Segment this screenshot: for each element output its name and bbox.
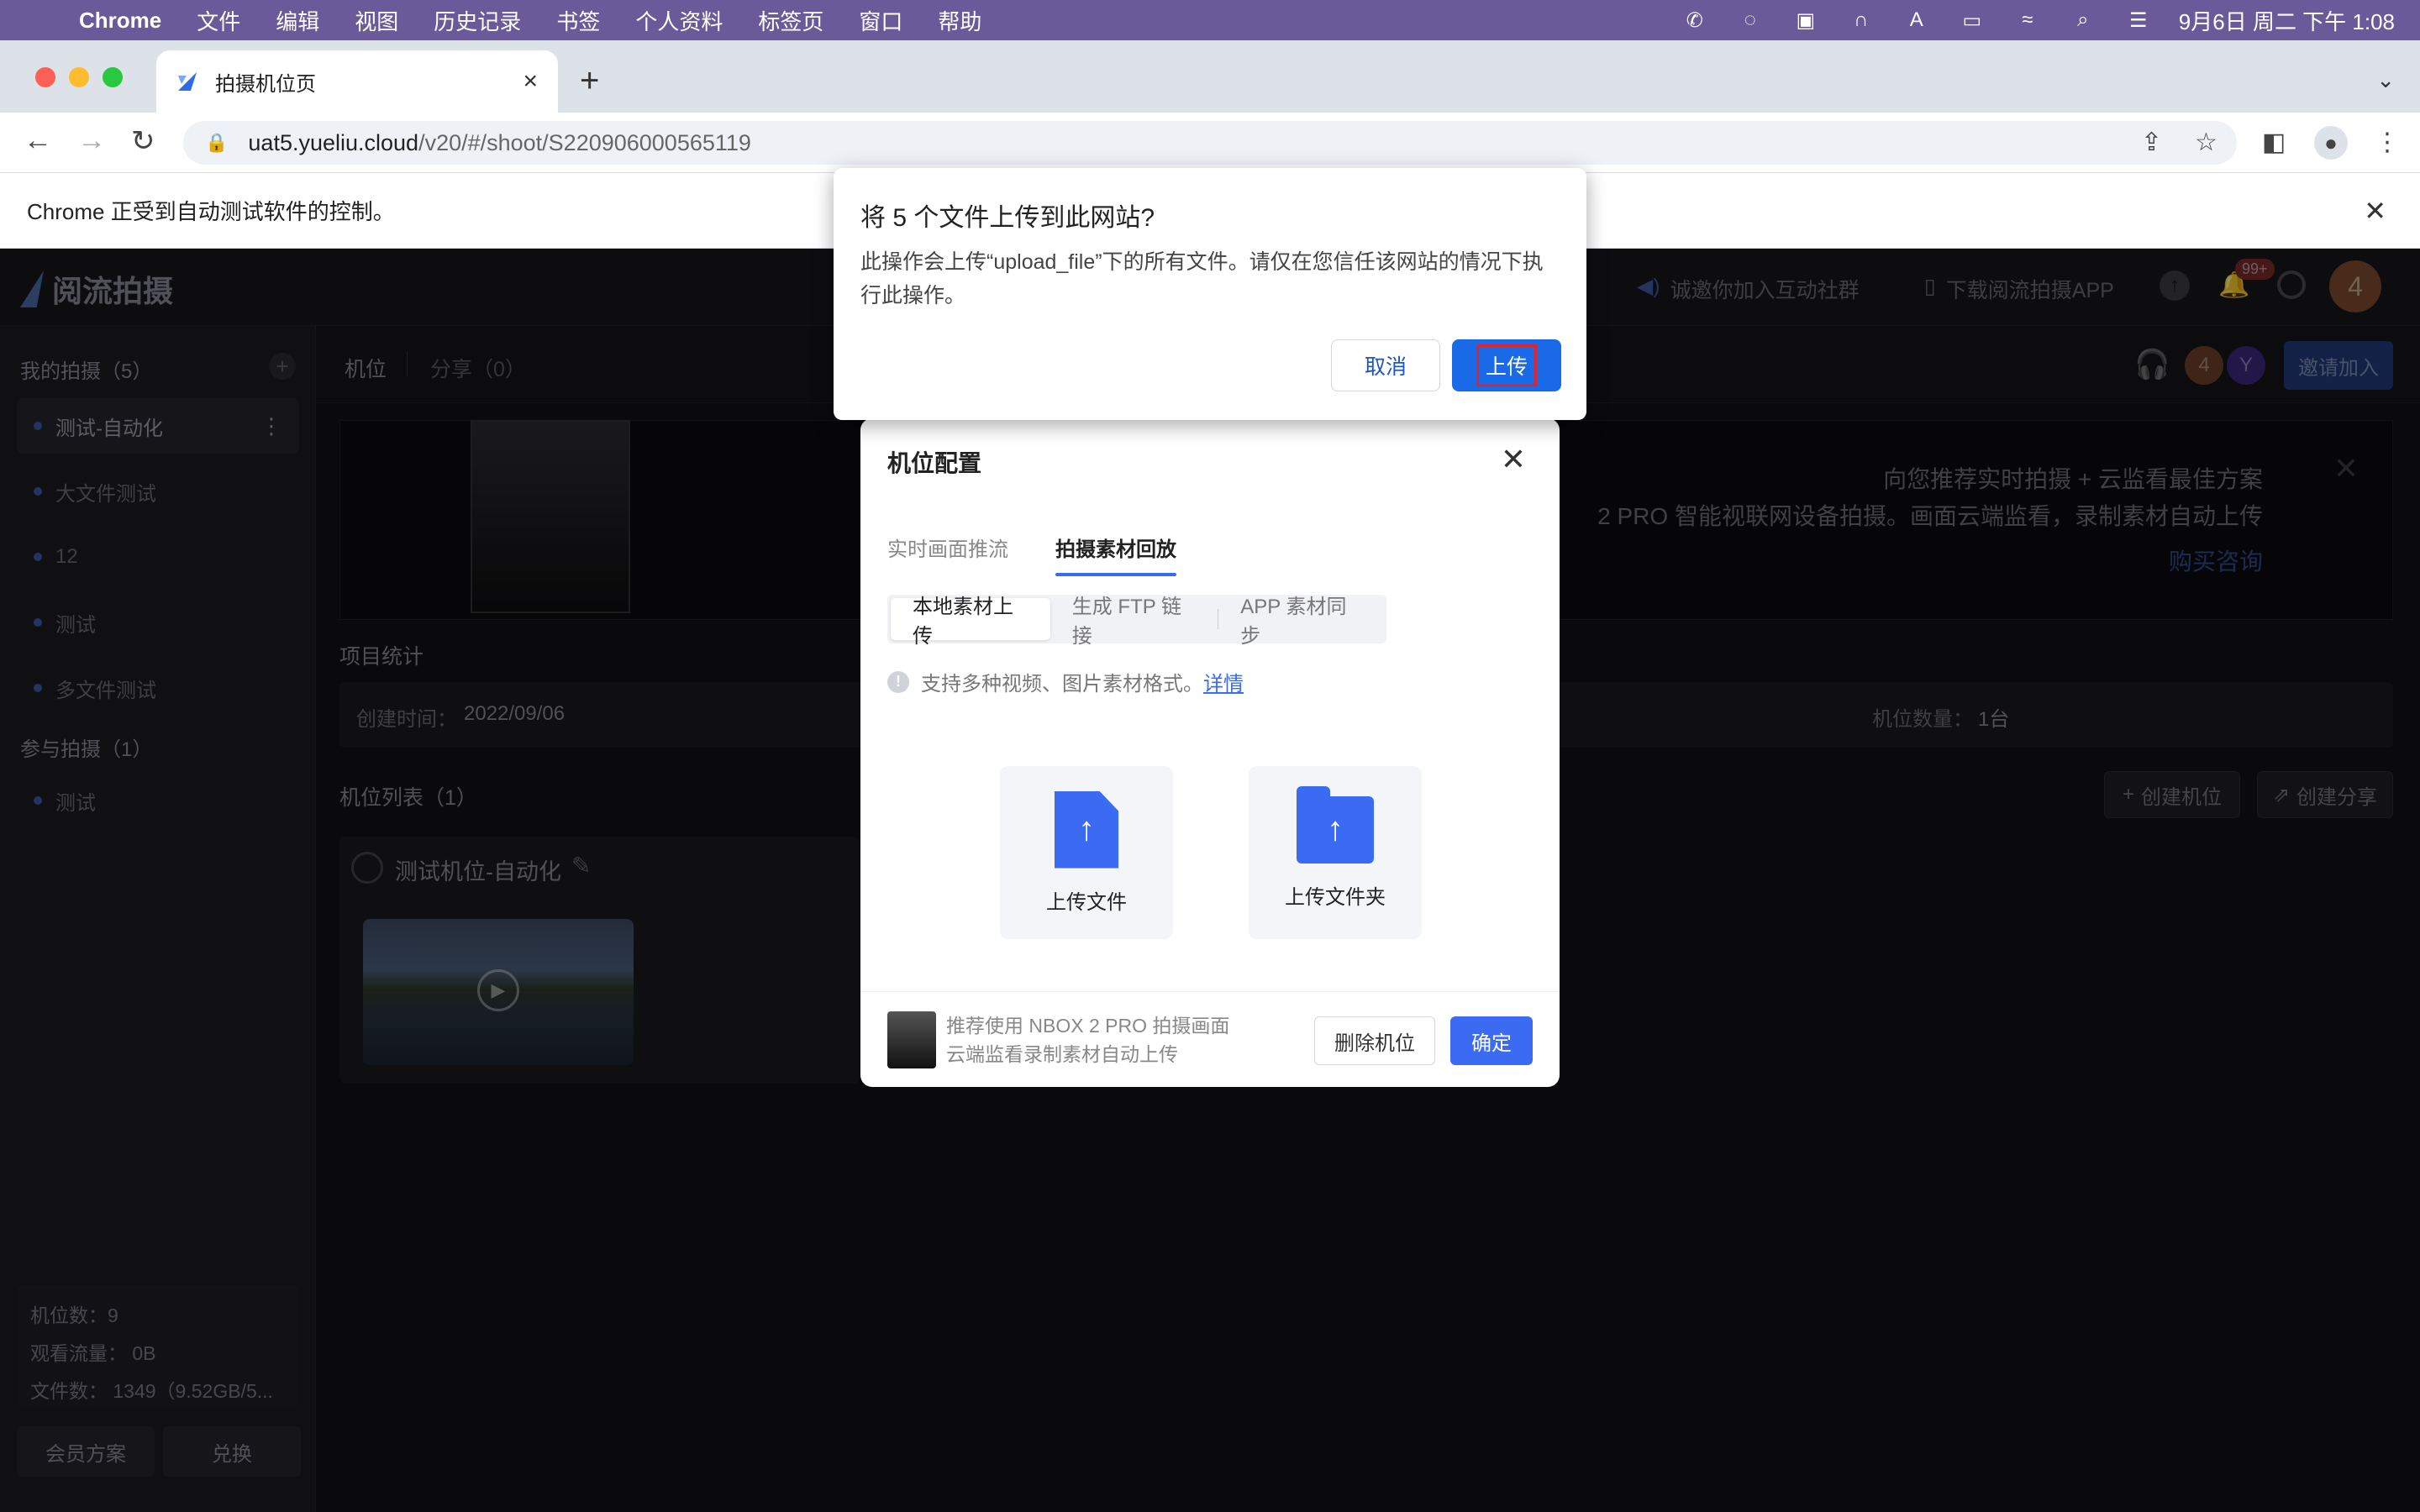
address-bar[interactable]: 🔒 uat5.yueliu.cloud/v20/#/shoot/S2209060… xyxy=(183,121,2237,165)
dialog-cancel-button[interactable]: 取消 xyxy=(1331,339,1440,391)
tab-close-icon[interactable]: × xyxy=(523,67,538,96)
battery-icon[interactable]: ▭ xyxy=(1957,8,1987,33)
window-close-button[interactable] xyxy=(35,67,55,87)
macos-menubar: Chrome 文件 编辑 视图 历史记录 书签 个人资料 标签页 窗口 帮助 ✆… xyxy=(0,0,2420,40)
tab-title: 拍摄机位页 xyxy=(215,72,316,96)
wechat-icon[interactable]: ✆ xyxy=(1680,8,1710,33)
reload-button[interactable]: ↻ xyxy=(131,124,155,158)
menu-tabs[interactable]: 标签页 xyxy=(758,5,823,36)
recommendation-line2: 云端监看录制素材自动上传 xyxy=(946,1043,1178,1065)
search-icon[interactable]: ⌕ xyxy=(2068,8,2098,33)
profile-avatar-icon[interactable]: ● xyxy=(2314,126,2348,160)
browser-tab[interactable]: 拍摄机位页 × xyxy=(156,50,558,113)
segment-ftp-link[interactable]: 生成 FTP 链接 xyxy=(1050,596,1218,648)
control-center-icon[interactable]: ☰ xyxy=(2123,8,2154,33)
dialog-upload-button[interactable]: 上传 xyxy=(1452,339,1561,391)
keyboard-a-icon[interactable]: A xyxy=(1902,8,1932,33)
lock-icon[interactable]: 🔒 xyxy=(205,132,228,154)
tab-footage-playback[interactable]: 拍摄素材回放 xyxy=(1055,533,1176,562)
url-host: uat5.yueliu.cloud xyxy=(248,129,419,155)
tip-text: 支持多种视频、图片素材格式。详情 xyxy=(921,667,1244,696)
tip-label: 支持多种视频、图片素材格式。 xyxy=(921,673,1203,696)
upload-confirm-dialog: 将 5 个文件上传到此网站? 此操作会上传“upload_file”下的所有文件… xyxy=(834,168,1586,420)
window-minimize-button[interactable] xyxy=(69,67,89,87)
upload-button-label: 上传 xyxy=(1476,344,1537,386)
nbox-thumbnail xyxy=(887,1011,936,1068)
menu-bookmarks[interactable]: 书签 xyxy=(556,5,600,36)
upload-method-segmented: 本地素材上传 生成 FTP 链接 APP 素材同步 xyxy=(887,595,1386,648)
tab-live-stream[interactable]: 实时画面推流 xyxy=(887,533,1008,562)
site-favicon-icon xyxy=(178,72,197,91)
format-tip: ! 支持多种视频、图片素材格式。详情 xyxy=(887,667,1244,696)
menubar-clock[interactable]: 9月6日 周二 下午 1:08 xyxy=(2179,5,2395,36)
new-tab-button[interactable]: + xyxy=(580,62,599,100)
segment-local-upload[interactable]: 本地素材上传 xyxy=(891,596,1050,648)
menu-window[interactable]: 窗口 xyxy=(859,5,902,36)
upload-file-button[interactable]: ↑ 上传文件 xyxy=(1000,766,1173,939)
dialog-title: 将 5 个文件上传到此网站? xyxy=(860,204,1155,232)
info-icon: ! xyxy=(887,670,909,693)
details-link[interactable]: 详情 xyxy=(1203,673,1244,696)
menu-profile[interactable]: 个人资料 xyxy=(635,5,723,36)
input-method-icon[interactable]: ▣ xyxy=(1791,8,1821,33)
menu-history[interactable]: 历史记录 xyxy=(434,5,521,36)
menu-file[interactable]: 文件 xyxy=(197,5,240,36)
file-upload-icon: ↑ xyxy=(1055,790,1118,869)
folder-upload-icon: ↑ xyxy=(1297,785,1374,864)
upload-folder-label: 上传文件夹 xyxy=(1285,885,1386,909)
chat-icon[interactable]: ◌ xyxy=(1735,8,1765,33)
more-menu-icon[interactable]: ⋮ xyxy=(2375,128,2400,157)
forward-button[interactable]: → xyxy=(77,124,106,157)
side-panel-icon[interactable]: ◧ xyxy=(2262,128,2286,157)
back-button[interactable]: ← xyxy=(24,124,52,157)
tab-search-chevron-icon[interactable]: ⌄ xyxy=(2376,67,2395,93)
confirm-button[interactable]: 确定 xyxy=(1450,1016,1533,1065)
menu-edit[interactable]: 编辑 xyxy=(276,5,319,36)
infobar-close-icon[interactable]: ✕ xyxy=(2364,195,2386,227)
arch-icon[interactable]: ∩ xyxy=(1846,8,1876,33)
window-zoom-button[interactable] xyxy=(103,67,123,87)
wifi-icon[interactable]: ≈ xyxy=(2012,8,2043,33)
recommendation-line1: 推荐使用 NBOX 2 PRO 拍摄画面 xyxy=(946,1015,1230,1037)
menu-view[interactable]: 视图 xyxy=(355,5,398,36)
nbox-recommendation: 推荐使用 NBOX 2 PRO 拍摄画面 云端监看录制素材自动上传 xyxy=(946,1011,1229,1068)
active-tab-indicator xyxy=(1055,573,1176,576)
modal-close-icon[interactable]: ✕ xyxy=(1501,442,1526,477)
modal-title: 机位配置 xyxy=(887,450,982,476)
upload-folder-button[interactable]: ↑ 上传文件夹 xyxy=(1249,766,1422,939)
segment-app-sync[interactable]: APP 素材同步 xyxy=(1218,596,1383,648)
url-path: /v20/#/shoot/S220906000565119 xyxy=(418,129,751,155)
position-config-modal: 机位配置 ✕ 实时画面推流 拍摄素材回放 本地素材上传 生成 FTP 链接 AP… xyxy=(860,418,1560,1087)
share-icon[interactable]: ⇪ xyxy=(2141,128,2162,157)
infobar-text: Chrome 正受到自动测试软件的控制。 xyxy=(27,199,395,224)
upload-file-label: 上传文件 xyxy=(1046,890,1127,914)
delete-position-button[interactable]: 删除机位 xyxy=(1314,1016,1435,1065)
menu-app-name[interactable]: Chrome xyxy=(79,8,161,34)
dialog-body: 此操作会上传“upload_file”下的所有文件。请仅在您信任该网站的情况下执… xyxy=(860,250,1544,307)
menu-help[interactable]: 帮助 xyxy=(938,5,981,36)
bookmark-star-icon[interactable]: ☆ xyxy=(2195,128,2217,157)
